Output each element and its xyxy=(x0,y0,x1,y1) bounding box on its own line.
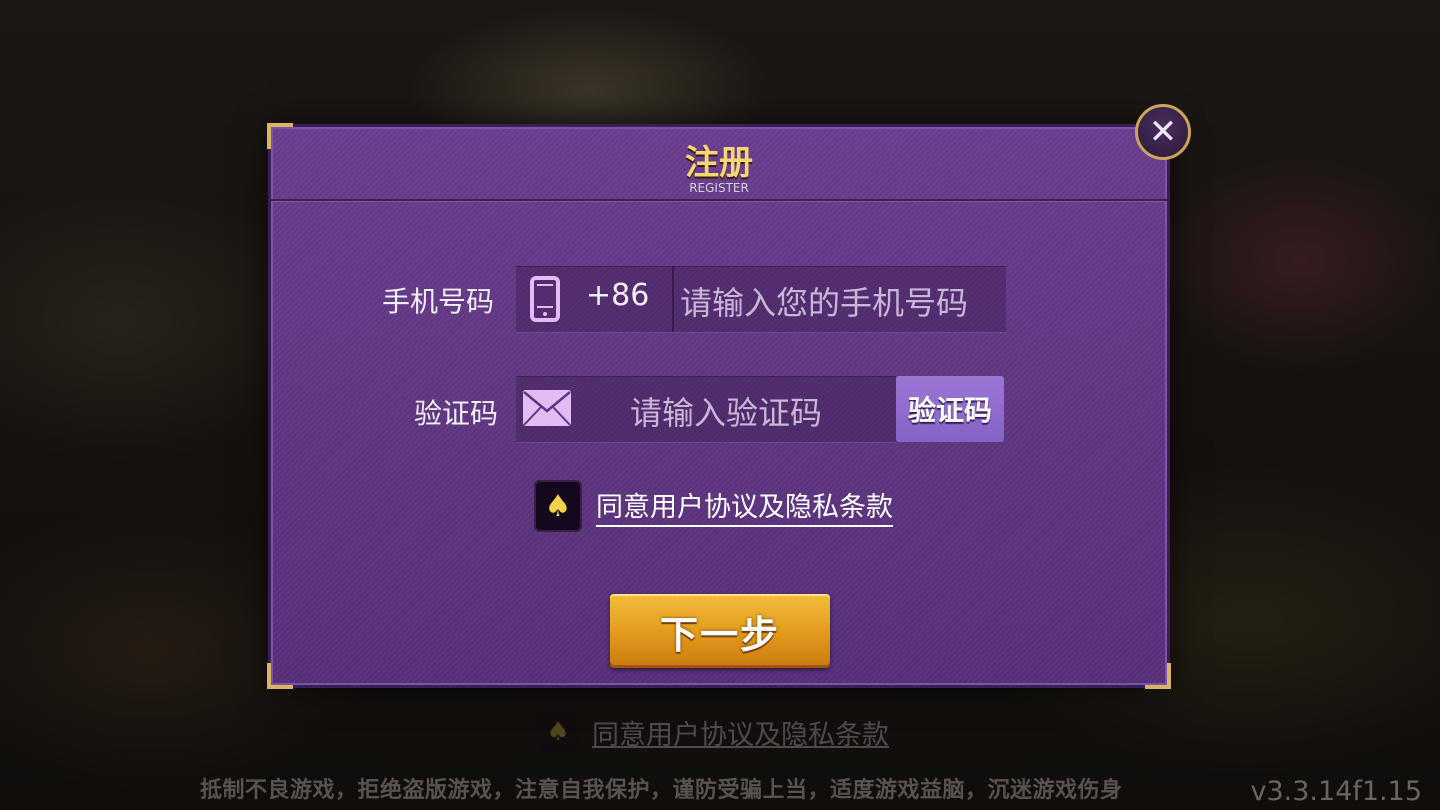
close-icon: ✕ xyxy=(1148,112,1178,152)
code-input[interactable]: 请输入验证码 xyxy=(630,388,822,434)
close-button[interactable]: ✕ xyxy=(1135,104,1191,160)
agreement-checkbox[interactable]: ♠ xyxy=(534,480,582,532)
spade-icon: ♠ xyxy=(538,712,578,752)
phone-icon xyxy=(530,276,560,322)
version-label: v3.3.14f1.15 xyxy=(1250,776,1422,807)
dialog-title: 注册 xyxy=(685,143,753,183)
background-agreement: ♠ 同意用户协议及隐私条款 xyxy=(538,712,889,752)
field-divider xyxy=(672,266,674,332)
health-warning: 抵制不良游戏，拒绝盗版游戏，注意自我保护，谨防受骗上当，适度游戏益脑，沉迷游戏伤… xyxy=(200,778,1123,803)
corner-ornament xyxy=(1145,663,1171,689)
corner-ornament xyxy=(267,663,293,689)
spade-icon: ♠ xyxy=(544,488,572,524)
agreement-link[interactable]: 同意用户协议及隐私条款 xyxy=(596,485,893,527)
background-agreement-text: 同意用户协议及隐私条款 xyxy=(592,719,889,751)
dialog-header: 注册 REGISTER xyxy=(271,127,1167,201)
agreement-row[interactable]: ♠ 同意用户协议及隐私条款 xyxy=(534,480,893,532)
country-code[interactable]: +86 xyxy=(586,278,649,313)
phone-field[interactable]: +86 请输入您的手机号码 xyxy=(516,266,1006,332)
phone-input[interactable]: 请输入您的手机号码 xyxy=(680,278,968,324)
get-code-button[interactable]: 验证码 xyxy=(896,376,1004,442)
phone-label: 手机号码 xyxy=(382,285,495,318)
dialog-subtitle: REGISTER xyxy=(689,181,749,195)
mail-icon xyxy=(523,390,571,426)
next-step-button[interactable]: 下一步 xyxy=(610,594,830,668)
code-field[interactable]: 请输入验证码 xyxy=(516,376,896,442)
code-label: 验证码 xyxy=(414,397,499,430)
